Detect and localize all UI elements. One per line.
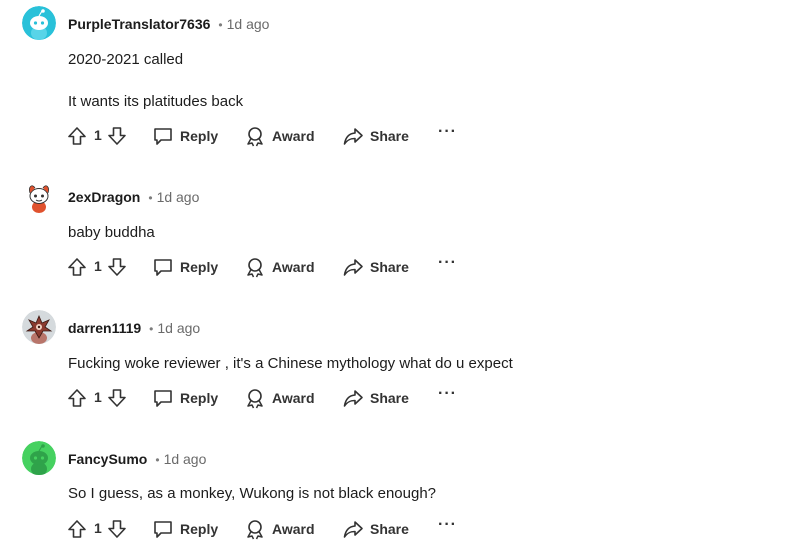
downvote-icon <box>108 389 126 407</box>
comment-bubble-icon <box>154 128 172 145</box>
upvote-button[interactable] <box>66 517 88 541</box>
more-options-button[interactable]: ··· <box>438 386 457 402</box>
award-icon <box>247 389 263 409</box>
award-icon <box>247 258 263 278</box>
share-icon <box>343 259 363 276</box>
share-label: Share <box>370 128 409 144</box>
comment-text: It wants its platitudes back <box>68 93 244 110</box>
timestamp[interactable]: 1d ago <box>157 189 200 205</box>
snoo-avatar-icon <box>22 6 56 40</box>
award-icon <box>247 127 263 147</box>
share-button[interactable]: Share <box>342 124 409 148</box>
reply-button[interactable]: Reply <box>152 386 218 410</box>
upvote-icon <box>68 127 86 145</box>
separator-dot: • <box>149 322 154 336</box>
downvote-icon <box>108 258 126 276</box>
snoo-avatar-icon <box>22 179 56 213</box>
award-button[interactable]: Award <box>244 517 315 541</box>
snoo-avatar-icon <box>22 310 56 344</box>
reply-label: Reply <box>180 128 219 144</box>
downvote-button[interactable] <box>106 255 128 279</box>
avatar[interactable] <box>22 310 56 344</box>
author-name[interactable]: 2exDragon <box>68 189 140 205</box>
downvote-icon <box>108 520 126 538</box>
share-icon <box>343 128 363 145</box>
comment-bubble-icon <box>154 521 172 538</box>
vote-count: 1 <box>94 520 102 536</box>
vote-count: 1 <box>94 389 102 405</box>
vote-count: 1 <box>94 127 102 143</box>
award-button[interactable]: Award <box>244 124 315 148</box>
timestamp[interactable]: 1d ago <box>157 320 200 336</box>
reply-button[interactable]: Reply <box>152 517 218 541</box>
reply-label: Reply <box>180 521 219 537</box>
author-name[interactable]: darren1119 <box>68 320 141 336</box>
downvote-button[interactable] <box>106 386 128 410</box>
share-button[interactable]: Share <box>342 517 409 541</box>
comment-bubble-icon <box>154 390 172 407</box>
award-label: Award <box>272 259 315 275</box>
award-icon <box>247 520 263 540</box>
vote-count: 1 <box>94 258 102 274</box>
author-name[interactable]: FancySumo <box>68 451 147 467</box>
comment-text: baby buddha <box>68 224 155 241</box>
share-button[interactable]: Share <box>342 386 409 410</box>
comment-meta: 2exDragon • 1d ago <box>68 188 199 207</box>
upvote-icon <box>68 389 86 407</box>
reply-label: Reply <box>180 390 219 406</box>
more-options-button[interactable]: ··· <box>438 517 457 533</box>
separator-dot: • <box>148 191 153 205</box>
share-label: Share <box>370 521 409 537</box>
downvote-icon <box>108 127 126 145</box>
downvote-button[interactable] <box>106 124 128 148</box>
comment-text: So I guess, as a monkey, Wukong is not b… <box>68 485 436 502</box>
reply-label: Reply <box>180 259 219 275</box>
timestamp[interactable]: 1d ago <box>164 451 207 467</box>
more-options-button[interactable]: ··· <box>438 124 457 140</box>
avatar[interactable] <box>22 441 56 475</box>
more-options-button[interactable]: ··· <box>438 255 457 271</box>
upvote-button[interactable] <box>66 386 88 410</box>
comment-meta: darren1119 • 1d ago <box>68 319 200 338</box>
comment-bubble-icon <box>154 259 172 276</box>
award-button[interactable]: Award <box>244 255 315 279</box>
avatar[interactable] <box>22 179 56 213</box>
share-label: Share <box>370 390 409 406</box>
reply-button[interactable]: Reply <box>152 255 218 279</box>
timestamp[interactable]: 1d ago <box>227 16 270 32</box>
upvote-button[interactable] <box>66 124 88 148</box>
upvote-icon <box>68 258 86 276</box>
downvote-button[interactable] <box>106 517 128 541</box>
separator-dot: • <box>155 453 160 467</box>
comment-text: 2020-2021 called <box>68 51 184 68</box>
share-icon <box>343 390 363 407</box>
comment-text: Fucking woke reviewer , it's a Chinese m… <box>68 355 513 372</box>
upvote-icon <box>68 520 86 538</box>
reply-button[interactable]: Reply <box>152 124 218 148</box>
separator-dot: • <box>218 18 223 32</box>
author-name[interactable]: PurpleTranslator7636 <box>68 16 210 32</box>
share-label: Share <box>370 259 409 275</box>
snoo-avatar-icon <box>22 441 56 475</box>
comment-meta: PurpleTranslator7636 • 1d ago <box>68 15 269 34</box>
award-button[interactable]: Award <box>244 386 315 410</box>
upvote-button[interactable] <box>66 255 88 279</box>
share-button[interactable]: Share <box>342 255 409 279</box>
avatar[interactable] <box>22 6 56 40</box>
comment-meta: FancySumo • 1d ago <box>68 450 206 469</box>
share-icon <box>343 521 363 538</box>
award-label: Award <box>272 128 315 144</box>
award-label: Award <box>272 521 315 537</box>
award-label: Award <box>272 390 315 406</box>
